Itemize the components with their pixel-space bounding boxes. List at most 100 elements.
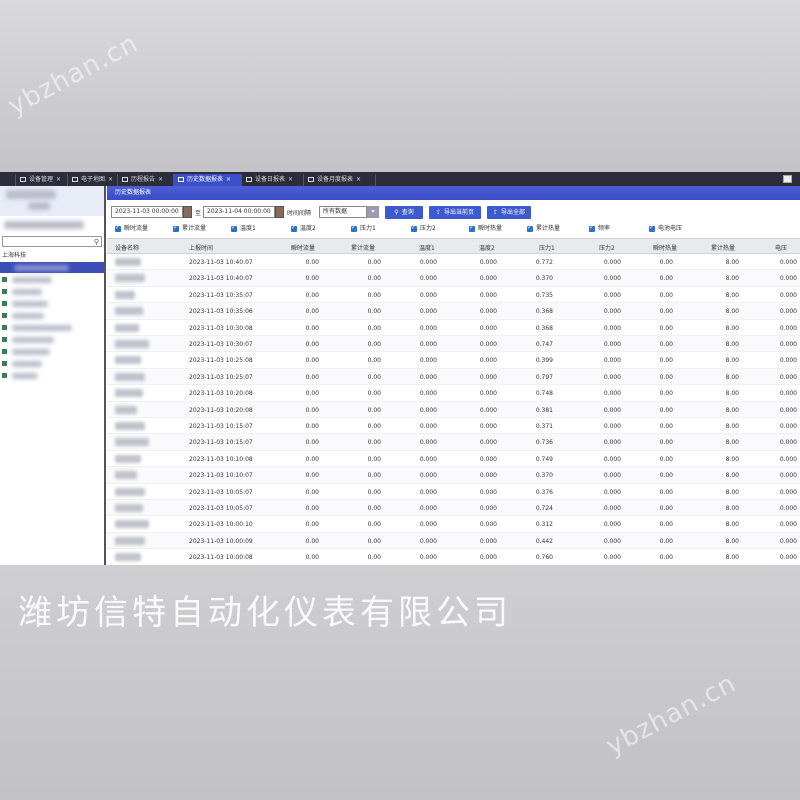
table-row[interactable]: 2023-11-03 10:15:07 0.00 0.00 0.000 0.000 0.3… <box>107 418 800 435</box>
col-instant-flow[interactable]: 瞬时流量 <box>291 243 315 252</box>
table-row[interactable]: 2023-11-03 10:05:07 0.00 0.00 0.000 0.000 0.7… <box>107 500 800 517</box>
query-button[interactable]: ⚲ 查询 <box>385 206 423 219</box>
table-row[interactable]: 2023-11-03 10:10:08 0.00 0.00 0.000 0.000 0.7… <box>107 451 800 468</box>
table-row[interactable]: 2023-11-03 10:35:07 0.00 0.00 0.000 0.000 0.7… <box>107 287 800 304</box>
table-row[interactable]: 2023-11-03 10:15:07 0.00 0.00 0.000 0.000 0.7… <box>107 434 800 451</box>
checkbox-total-heat[interactable]: 累计热量 <box>527 224 560 233</box>
tree-item[interactable] <box>0 298 104 309</box>
col-instant-heat[interactable]: 瞬时热量 <box>653 243 677 252</box>
close-icon[interactable]: × <box>158 174 163 186</box>
tab-history-data[interactable]: 历史数据报表 × <box>174 174 242 186</box>
table-row[interactable]: 2023-11-03 10:00:10 0.00 0.00 0.000 0.000 0.3… <box>107 516 800 533</box>
checkbox-temp2[interactable]: 温度2 <box>291 224 316 233</box>
table-cell: 0.000 <box>779 423 797 430</box>
table-row[interactable]: 2023-11-03 10:30:07 0.00 0.00 0.000 0.000 0.7… <box>107 336 800 353</box>
close-icon[interactable]: × <box>288 174 293 186</box>
interval-select[interactable]: 所有数据 <box>319 206 367 218</box>
table-row[interactable]: 2023-11-03 10:10:07 0.00 0.00 0.000 0.000 0.3… <box>107 467 800 484</box>
close-icon[interactable]: × <box>356 174 361 186</box>
table-row[interactable]: 2023-11-03 10:40:07 0.00 0.00 0.000 0.000 0.3… <box>107 270 800 287</box>
end-time-input[interactable]: 2023-11-04 00:00:00 <box>203 206 275 218</box>
table-cell: 0.00 <box>659 390 673 398</box>
tree-item[interactable] <box>0 370 104 381</box>
table-cell: 0.000 <box>419 472 437 480</box>
restore-icon[interactable] <box>783 175 792 183</box>
checkbox-pressure1[interactable]: 压力1 <box>351 224 376 233</box>
table-row[interactable]: 2023-11-03 10:20:08 0.00 0.00 0.000 0.000 0.3… <box>107 401 800 418</box>
start-time-input[interactable]: 2023-11-03 00:00:00 <box>111 206 183 218</box>
col-total-flow[interactable]: 累计流量 <box>351 243 375 252</box>
sidebar-search-input[interactable]: ⚲ <box>2 236 102 247</box>
tab-map[interactable]: 电子地图 × <box>68 174 118 186</box>
blurred-name <box>12 337 54 343</box>
table-cell: 8.00 <box>725 308 739 316</box>
col-temp2[interactable]: 温度2 <box>479 243 495 252</box>
chevron-down-icon[interactable]: ▾ <box>367 206 379 218</box>
blurred-device-name <box>115 372 145 381</box>
col-report-time[interactable]: 上报时间 <box>189 243 213 252</box>
tree-item[interactable] <box>0 262 104 273</box>
checkbox-label: 压力1 <box>360 225 376 232</box>
close-icon[interactable]: × <box>56 174 61 186</box>
table-row[interactable]: 2023-11-03 10:00:08 0.00 0.00 0.000 0.000 0.7… <box>107 549 800 565</box>
checkbox-instant-heat[interactable]: 瞬时热量 <box>469 224 502 233</box>
close-icon[interactable]: × <box>226 174 231 186</box>
table-cell: 2023-11-03 10:05:07 <box>189 488 253 496</box>
table-row[interactable]: 2023-11-03 10:05:07 0.00 0.00 0.000 0.000 0.3… <box>107 484 800 500</box>
table-cell: 2023-11-03 10:40:07 <box>189 259 253 266</box>
table-cell: 8.00 <box>725 455 739 463</box>
table-cell: 0.000 <box>479 488 497 496</box>
calendar-icon[interactable] <box>183 206 192 218</box>
checkbox-battery-voltage[interactable]: 电池电压 <box>649 224 682 233</box>
table-cell: 0.000 <box>779 521 797 529</box>
col-pressure2[interactable]: 压力2 <box>599 243 615 252</box>
table-cell: 0.000 <box>419 423 437 430</box>
table-row[interactable]: 2023-11-03 10:25:08 0.00 0.00 0.000 0.000 0.3… <box>107 352 800 369</box>
tab-monthly-report[interactable]: 设备月度报表 × <box>304 174 376 186</box>
col-device-name[interactable]: 设备名称 <box>115 243 139 252</box>
col-voltage[interactable]: 电压 <box>775 243 787 252</box>
table-row[interactable]: 2023-11-03 10:35:06 0.00 0.00 0.000 0.000 0.3… <box>107 303 800 320</box>
close-icon[interactable]: × <box>108 174 113 186</box>
tree-item[interactable] <box>0 274 104 285</box>
tree-item[interactable] <box>0 310 104 321</box>
table-cell: 0.000 <box>779 406 797 414</box>
tree-item[interactable] <box>0 358 104 369</box>
tree-item[interactable] <box>0 322 104 333</box>
checkbox-pressure2[interactable]: 压力2 <box>411 224 436 233</box>
checkbox-instant-flow[interactable]: 瞬时流量 <box>115 224 148 233</box>
filter-toolbar: 2023-11-03 00:00:00 至 2023-11-04 00:00:0… <box>107 203 800 221</box>
table-cell: 0.00 <box>367 308 381 316</box>
table-row[interactable]: 2023-11-03 10:25:07 0.00 0.00 0.000 0.000 0.7… <box>107 368 800 386</box>
table-row[interactable]: 2023-11-03 10:30:08 0.00 0.00 0.000 0.000 0.3… <box>107 320 800 336</box>
table-cell: 0.00 <box>367 423 381 430</box>
tab-0[interactable]: × <box>0 174 16 186</box>
search-icon[interactable]: ⚲ <box>94 238 99 246</box>
table-cell: 0.000 <box>479 439 497 447</box>
checkbox-total-flow[interactable]: 累计流量 <box>173 224 206 233</box>
checkbox-icon <box>649 224 655 232</box>
table-cell: 2023-11-03 10:40:07 <box>189 275 253 283</box>
calendar-icon[interactable] <box>275 206 284 218</box>
export-page-button[interactable]: ⇪ 导出当前页 <box>429 206 481 219</box>
table-row[interactable]: 2023-11-03 10:00:09 0.00 0.00 0.000 0.000 0.4… <box>107 532 800 550</box>
tree-item[interactable] <box>0 334 104 345</box>
col-pressure1[interactable]: 压力1 <box>539 243 555 252</box>
table-row[interactable]: 2023-11-03 10:20:08 0.00 0.00 0.000 0.000 0.7… <box>107 385 800 402</box>
tab-history-report[interactable]: 历程报告 × <box>118 174 174 186</box>
table-cell: 2023-11-03 10:10:07 <box>189 472 253 480</box>
tab-device-manage[interactable]: 设备管理 × <box>16 174 68 186</box>
tree-root-label[interactable]: 上海科技 <box>2 250 26 259</box>
table-cell: 8.00 <box>725 439 739 447</box>
tree-item[interactable] <box>0 286 104 297</box>
checkbox-frequency[interactable]: 频率 <box>589 224 610 233</box>
col-total-heat[interactable]: 累计热量 <box>711 243 735 252</box>
table-row[interactable]: 2023-11-03 10:40:07 0.00 0.00 0.000 0.000 0.7… <box>107 254 800 271</box>
table-cell: 0.00 <box>367 472 381 480</box>
tree-item[interactable] <box>0 346 104 357</box>
export-all-button[interactable]: ⇪ 导出全部 <box>487 206 531 219</box>
checkbox-temp1[interactable]: 温度1 <box>231 224 256 233</box>
col-temp1[interactable]: 温度1 <box>419 243 435 252</box>
tab-daily-report[interactable]: 设备日报表 × <box>242 174 304 186</box>
table-cell: 0.000 <box>603 423 621 430</box>
